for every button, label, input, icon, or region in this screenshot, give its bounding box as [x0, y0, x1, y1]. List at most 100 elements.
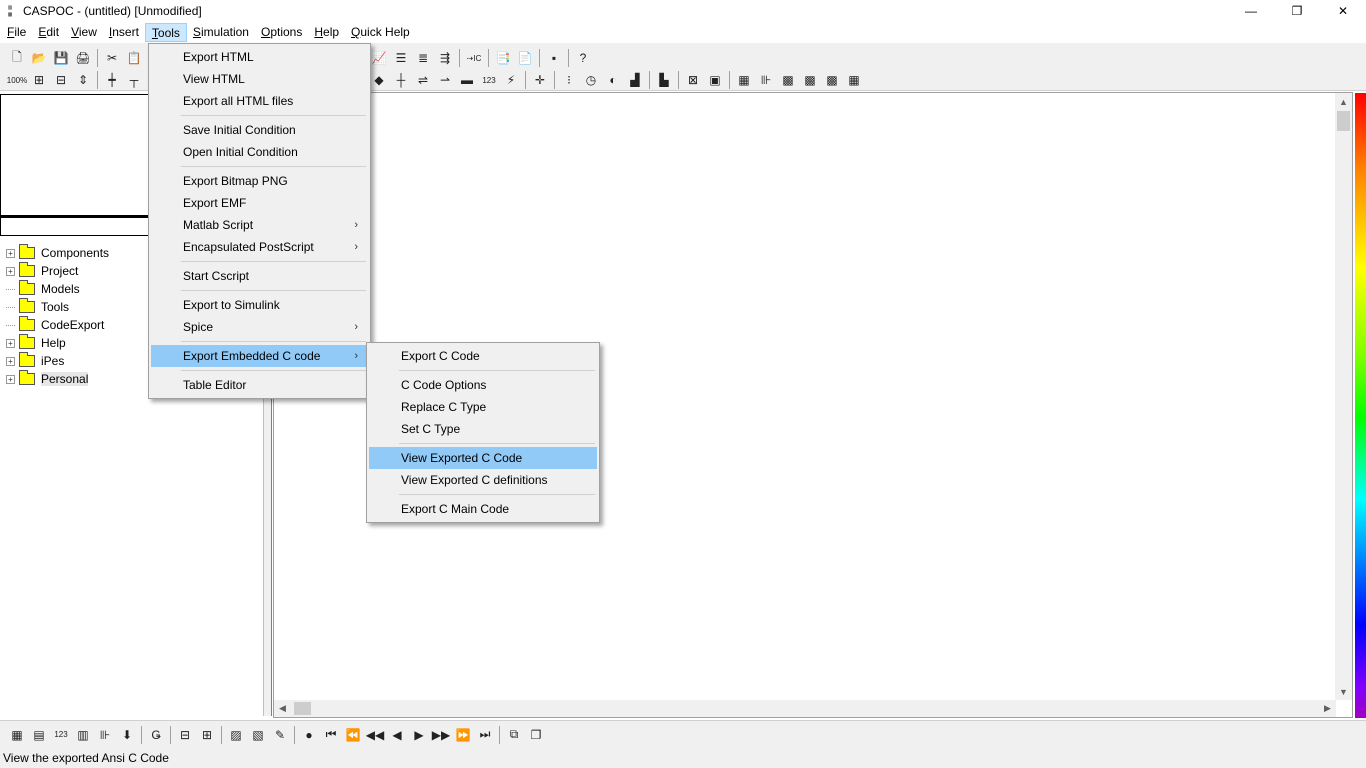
toolbar-button-icon[interactable]: ▦ — [6, 725, 28, 745]
toolbar-button-icon[interactable]: ▪ — [543, 48, 565, 68]
toolbar-button-icon[interactable]: ⇢IC — [463, 48, 485, 68]
toolbar-button-icon[interactable]: 123 — [50, 725, 72, 745]
menu-tools[interactable]: Tools — [144, 23, 187, 42]
menu-simulation[interactable]: Simulation — [187, 23, 255, 42]
toolbar-button-icon[interactable]: ┬ — [123, 70, 145, 90]
menu-item-encapsulated-postscript[interactable]: Encapsulated PostScript › — [151, 236, 368, 258]
menu-item-view-exported-c-definitions[interactable]: View Exported C definitions — [369, 469, 597, 491]
toolbar-button-icon[interactable]: ⊟ — [50, 70, 72, 90]
toolbar-button-icon[interactable]: ⁝ — [558, 70, 580, 90]
toolbar-button-icon[interactable]: 123 — [478, 70, 500, 90]
toolbar-button-icon[interactable]: ⧉ — [503, 725, 525, 745]
menu-item-export-c-code[interactable]: Export C Code — [369, 345, 597, 367]
tree-item-components[interactable]: + Components — [6, 244, 109, 262]
expand-plus-icon[interactable]: + — [6, 248, 15, 258]
toolbar-button-icon[interactable]: ❐ — [525, 725, 547, 745]
toolbar-button-icon[interactable]: ┼ — [390, 70, 412, 90]
menu-item-view-exported-c-code[interactable]: View Exported C Code — [369, 447, 597, 469]
menu-item-export-embedded-c-code[interactable]: Export Embedded C code › — [151, 345, 368, 367]
toolbar-button-icon[interactable]: ▣ — [704, 70, 726, 90]
toolbar-button-icon[interactable]: ▦ — [733, 70, 755, 90]
menu-item-start-cscript[interactable]: Start Cscript — [151, 265, 368, 287]
menu-item-export-emf[interactable]: Export EMF — [151, 192, 368, 214]
tree-item-project[interactable]: + Project — [6, 262, 109, 280]
expand-plus-icon[interactable]: + — [6, 266, 15, 276]
toolbar-button-icon[interactable]: 📋 — [123, 48, 145, 68]
toolbar-button-icon[interactable]: 100% — [6, 70, 28, 90]
vertical-scrollbar[interactable]: ▲ ▼ — [1335, 93, 1352, 700]
horizontal-scroll-thumb[interactable] — [294, 702, 311, 715]
scroll-left-icon[interactable]: ◀ — [274, 700, 291, 717]
toolbar-button-icon[interactable]: 🖨 — [72, 48, 94, 68]
menu-item-export-bitmap-png[interactable]: Export Bitmap PNG — [151, 170, 368, 192]
menu-quick-help[interactable]: Quick Help — [345, 23, 416, 42]
toolbar-button-icon[interactable]: ⏮ — [320, 725, 342, 745]
menu-item-table-editor[interactable]: Table Editor — [151, 374, 368, 396]
menu-item-export-all-html-files[interactable]: Export all HTML files — [151, 90, 368, 112]
toolbar-button-icon[interactable]: ⊪ — [94, 725, 116, 745]
tree-item-tools[interactable]: Tools — [6, 298, 109, 316]
menu-options[interactable]: Options — [255, 23, 308, 42]
restore-button[interactable]: ❐ — [1274, 0, 1320, 22]
toolbar-button-icon[interactable]: ▤ — [28, 725, 50, 745]
toolbar-button-icon[interactable]: ▥ — [72, 725, 94, 745]
toolbar-button-icon[interactable]: ✛ — [529, 70, 551, 90]
toolbar-button-icon[interactable]: ⇀ — [434, 70, 456, 90]
toolbar-button-icon[interactable]: ⚡ — [500, 70, 522, 90]
toolbar-button-icon[interactable]: ⇕ — [72, 70, 94, 90]
expand-plus-icon[interactable]: + — [6, 338, 15, 348]
toolbar-button-icon[interactable]: ? — [572, 48, 594, 68]
menu-item-replace-c-type[interactable]: Replace C Type — [369, 396, 597, 418]
toolbar-button-icon[interactable]: 💾 — [50, 48, 72, 68]
toolbar-button-icon[interactable]: Ǥ — [145, 725, 167, 745]
tree-item-help[interactable]: + Help — [6, 334, 109, 352]
menu-item-open-initial-condition[interactable]: Open Initial Condition — [151, 141, 368, 163]
menu-item-c-code-options[interactable]: C Code Options — [369, 374, 597, 396]
toolbar-button-icon[interactable]: ▶▶ — [430, 725, 452, 745]
toolbar-button-icon[interactable]: ⇶ — [434, 48, 456, 68]
menu-edit[interactable]: Edit — [32, 23, 65, 42]
minimize-button[interactable]: — — [1228, 0, 1274, 22]
toolbar-button-icon[interactable]: ◐ — [602, 70, 624, 90]
toolbar-button-icon[interactable]: ▬ — [456, 70, 478, 90]
toolbar-button-icon[interactable]: 📂 — [28, 48, 50, 68]
menu-item-spice[interactable]: Spice › — [151, 316, 368, 338]
tree-item-models[interactable]: Models — [6, 280, 109, 298]
toolbar-button-icon[interactable]: 📄 — [514, 48, 536, 68]
toolbar-button-icon[interactable]: ▙ — [653, 70, 675, 90]
horizontal-scrollbar[interactable]: ◀ ▶ — [274, 700, 1336, 717]
toolbar-button-icon[interactable]: ⊟ — [174, 725, 196, 745]
toolbar-button-icon[interactable]: ☰ — [390, 48, 412, 68]
toolbar-button-icon[interactable]: ▦ — [843, 70, 865, 90]
menu-item-export-html[interactable]: Export HTML — [151, 46, 368, 68]
menu-help[interactable]: Help — [308, 23, 345, 42]
toolbar-button-icon[interactable]: ⊞ — [28, 70, 50, 90]
toolbar-button-icon[interactable]: ◆ — [368, 70, 390, 90]
toolbar-button-icon[interactable]: ✂ — [101, 48, 123, 68]
toolbar-button-icon[interactable]: ┿ — [101, 70, 123, 90]
toolbar-button-icon[interactable]: ▨ — [225, 725, 247, 745]
toolbar-button-icon[interactable]: ⏭ — [474, 725, 496, 745]
toolbar-button-icon[interactable]: ⏩ — [452, 725, 474, 745]
toolbar-button-icon[interactable]: ▩ — [799, 70, 821, 90]
toolbar-button-icon[interactable]: ⬇ — [116, 725, 138, 745]
toolbar-button-icon[interactable]: ⊠ — [682, 70, 704, 90]
toolbar-button-icon[interactable]: 📑 — [492, 48, 514, 68]
toolbar-button-icon[interactable]: ▶ — [408, 725, 430, 745]
menu-file[interactable]: File — [1, 23, 32, 42]
toolbar-button-icon[interactable]: ◷ — [580, 70, 602, 90]
vertical-scroll-thumb[interactable] — [1337, 111, 1350, 131]
toolbar-button-icon[interactable]: ● — [298, 725, 320, 745]
tree-item-ipes[interactable]: + iPes — [6, 352, 109, 370]
menu-item-matlab-script[interactable]: Matlab Script › — [151, 214, 368, 236]
toolbar-button-icon[interactable]: ⊪ — [755, 70, 777, 90]
toolbar-button-icon[interactable]: ✎ — [269, 725, 291, 745]
toolbar-button-icon[interactable]: ▩ — [821, 70, 843, 90]
expand-plus-icon[interactable]: + — [6, 356, 15, 366]
menu-item-save-initial-condition[interactable]: Save Initial Condition — [151, 119, 368, 141]
toolbar-button-icon[interactable]: ▧ — [247, 725, 269, 745]
menu-insert[interactable]: Insert — [103, 23, 145, 42]
toolbar-button-icon[interactable]: 🗋 — [6, 48, 28, 68]
expand-plus-icon[interactable]: + — [6, 374, 15, 384]
toolbar-button-icon[interactable]: ◀ — [386, 725, 408, 745]
